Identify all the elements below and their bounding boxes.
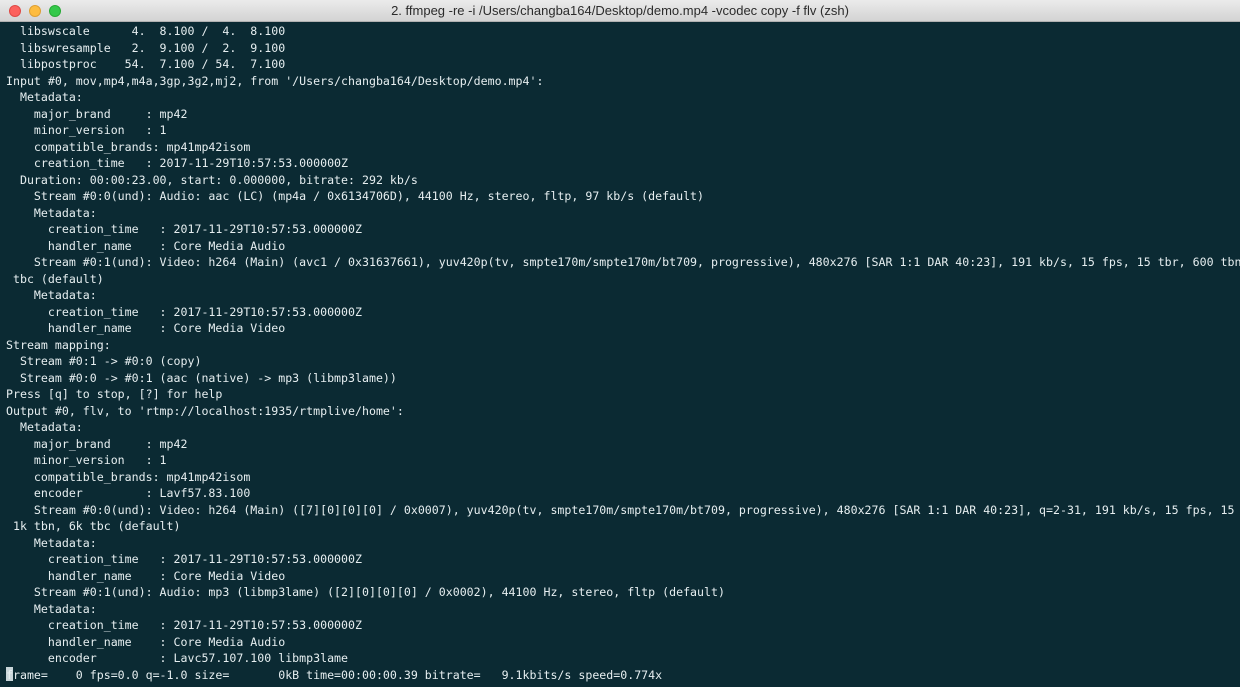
- terminal-line: Metadata:: [6, 420, 83, 434]
- terminal-line: major_brand : mp42: [6, 106, 188, 121]
- progress-status-line: frame= 0 fps=0.0 q=-1.0 size= 0kB time=0…: [6, 666, 1240, 684]
- terminal-line: minor_version : 1: [6, 123, 167, 137]
- terminal-line: Metadata:: [6, 90, 83, 104]
- terminal-line: Stream #0:0(und): Audio: aac (LC) (mp4a …: [6, 189, 705, 203]
- terminal-line: Stream #0:0 -> #0:1 (aac (native) -> mp3…: [6, 370, 397, 385]
- terminal-line: Stream #0:0(und): Video: h264 (Main) ([7…: [6, 502, 1240, 517]
- terminal-line: handler_name : Core Media Audio: [6, 238, 286, 253]
- terminal-line: 1k tbn, 6k tbc (default): [6, 519, 181, 533]
- terminal-line: Output #0, flv, to 'rtmp://localhost:193…: [6, 403, 404, 418]
- terminal-line: encoder : Lavf57.83.100: [6, 486, 251, 500]
- terminal-line: major_brand : mp42: [6, 436, 188, 451]
- terminal-line: creation_time : 2017-11-29T10:57:53.0000…: [6, 552, 362, 566]
- terminal-line: minor_version : 1: [6, 453, 167, 467]
- terminal-line: compatible_brands: mp41mp42isom: [6, 469, 251, 484]
- terminal-line: Duration: 00:00:23.00, start: 0.000000, …: [6, 172, 418, 187]
- terminal-output[interactable]: libswscale 4. 8.100 / 4. 8.100 libswresa…: [6, 23, 1240, 687]
- terminal-line: creation_time : 2017-11-29T10:57:53.0000…: [6, 156, 349, 170]
- terminal-line: creation_time : 2017-11-29T10:57:53.0000…: [6, 222, 362, 236]
- terminal-window: 2. ffmpeg -re -i /Users/changba164/Deskt…: [0, 0, 1240, 687]
- terminal-line: encoder : Lavc57.107.100 libmp3lame: [6, 651, 349, 665]
- terminal-line: libswscale 4. 8.100 / 4. 8.100: [6, 24, 286, 38]
- terminal-line: Press [q] to stop, [?] for help: [6, 387, 223, 401]
- terminal-line: creation_time : 2017-11-29T10:57:53.0000…: [6, 304, 362, 319]
- terminal-line: Metadata:: [6, 288, 97, 302]
- terminal-line: tbc (default): [6, 271, 104, 286]
- title-bar[interactable]: 2. ffmpeg -re -i /Users/changba164/Deskt…: [0, 0, 1240, 22]
- terminal-line: Metadata:: [6, 535, 97, 550]
- status-text: frame= 0 fps=0.0 q=-1.0 size= 0kB time=0…: [6, 667, 663, 682]
- terminal-line: Metadata:: [6, 205, 97, 220]
- terminal-line: handler_name : Core Media Audio: [6, 634, 286, 649]
- terminal-line: Input #0, mov,mp4,m4a,3gp,3g2,mj2, from …: [6, 73, 544, 88]
- terminal-line: libswresample 2. 9.100 / 2. 9.100: [6, 40, 286, 55]
- terminal-line: handler_name : Core Media Video: [6, 568, 286, 583]
- terminal-line: Stream #0:1 -> #0:0 (copy): [6, 354, 202, 368]
- terminal-line: handler_name : Core Media Video: [6, 321, 286, 335]
- terminal-line: Metadata:: [6, 601, 97, 616]
- terminal-line: libpostproc 54. 7.100 / 54. 7.100: [6, 57, 286, 71]
- terminal-line: compatible_brands: mp41mp42isom: [6, 139, 251, 154]
- window-title: 2. ffmpeg -re -i /Users/changba164/Deskt…: [391, 3, 849, 18]
- terminal-line: Stream #0:1(und): Audio: mp3 (libmp3lame…: [6, 585, 725, 599]
- terminal-line: Stream #0:1(und): Video: h264 (Main) (av…: [6, 255, 1240, 269]
- terminal-line: Stream mapping:: [6, 337, 111, 352]
- terminal-line: creation_time : 2017-11-29T10:57:53.0000…: [6, 618, 362, 632]
